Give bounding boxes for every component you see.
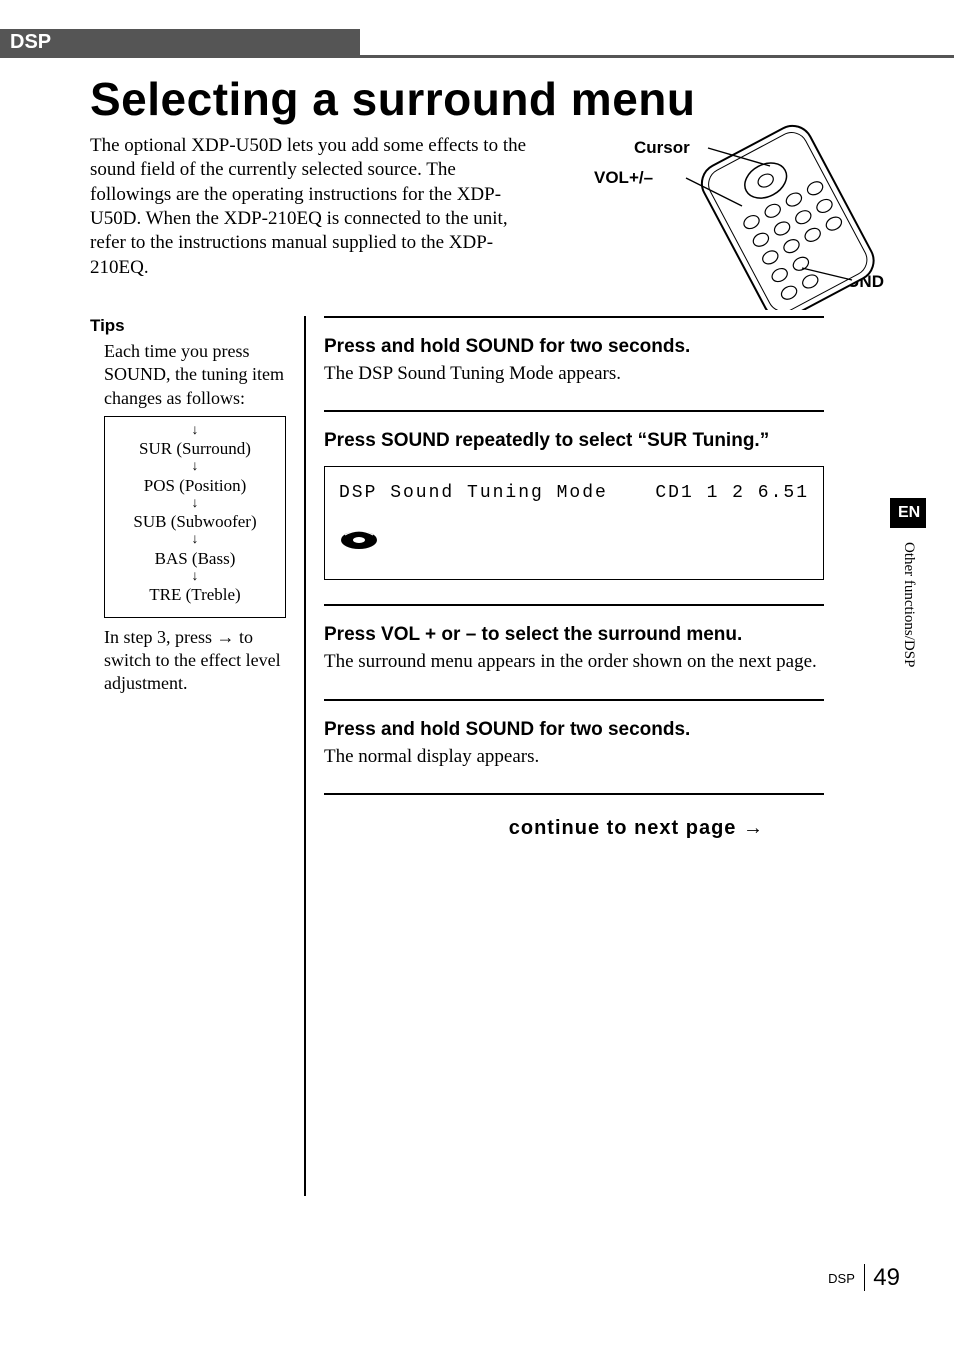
remote-icon bbox=[674, 120, 894, 310]
vertical-divider bbox=[304, 316, 306, 1196]
lcd-display: DSP Sound Tuning Mode CD1 1 2 6.51 bbox=[324, 466, 824, 580]
step-heading: Press and hold SOUND for two seconds. bbox=[324, 336, 824, 358]
section-vertical-label: Other functions/DSP bbox=[900, 542, 917, 667]
steps-column: Press and hold SOUND for two seconds. Th… bbox=[324, 316, 824, 1196]
step-2: Press SOUND repeatedly to select “SUR Tu… bbox=[324, 410, 824, 604]
step-1: Press and hold SOUND for two seconds. Th… bbox=[324, 316, 824, 410]
arrow-down-icon: ↓ bbox=[111, 573, 279, 581]
disc-icon bbox=[339, 529, 379, 551]
lcd-text-right: CD1 1 2 6.51 bbox=[655, 483, 809, 503]
step-heading: Press SOUND repeatedly to select “SUR Tu… bbox=[324, 430, 824, 452]
tips-heading: Tips bbox=[90, 316, 286, 336]
step-4: Press and hold SOUND for two seconds. Th… bbox=[324, 699, 824, 795]
page-number: 49 bbox=[864, 1264, 900, 1291]
remote-illustration: Cursor VOL+/– SOUND bbox=[594, 120, 894, 320]
section-tab: DSP bbox=[0, 29, 360, 58]
flow-item: POS (Position) bbox=[111, 476, 279, 496]
tuning-flow-box: ↓ SUR (Surround) ↓ POS (Position) ↓ SUB … bbox=[104, 416, 286, 618]
page-footer: DSP 49 bbox=[828, 1264, 900, 1292]
arrow-down-icon: ↓ bbox=[111, 427, 279, 435]
flow-item: TRE (Treble) bbox=[111, 585, 279, 605]
flow-item: SUB (Subwoofer) bbox=[111, 512, 279, 532]
lcd-text-left: DSP Sound Tuning Mode bbox=[339, 483, 608, 503]
tips-note: In step 3, press → to switch to the effe… bbox=[104, 626, 286, 695]
step-body: The normal display appears. bbox=[324, 745, 824, 769]
header-rule bbox=[360, 55, 954, 58]
arrow-down-icon: ↓ bbox=[111, 500, 279, 508]
lang-tab: EN bbox=[890, 498, 926, 528]
step-3: Press VOL + or – to select the surround … bbox=[324, 604, 824, 698]
step-heading: Press and hold SOUND for two seconds. bbox=[324, 719, 824, 741]
arrow-down-icon: ↓ bbox=[111, 536, 279, 544]
page-title: Selecting a surround menu bbox=[90, 72, 954, 126]
step-body: The surround menu appears in the order s… bbox=[324, 650, 824, 674]
step-heading: Press VOL + or – to select the surround … bbox=[324, 624, 824, 646]
flow-item: SUR (Surround) bbox=[111, 439, 279, 459]
tips-sidebar: Tips Each time you press SOUND, the tuni… bbox=[90, 316, 300, 1196]
header-bar: DSP bbox=[0, 32, 954, 58]
arrow-down-icon: ↓ bbox=[111, 463, 279, 471]
vol-label: VOL+/– bbox=[594, 168, 653, 188]
tips-body: Each time you press SOUND, the tuning it… bbox=[104, 340, 286, 410]
continue-note: continue to next page → bbox=[324, 817, 764, 840]
step-body: The DSP Sound Tuning Mode appears. bbox=[324, 362, 824, 386]
side-tab: EN Other functions/DSP bbox=[890, 498, 926, 667]
intro-paragraph: The optional XDP-U50D lets you add some … bbox=[90, 134, 530, 280]
flow-item: BAS (Bass) bbox=[111, 549, 279, 569]
footer-section: DSP bbox=[828, 1271, 855, 1286]
